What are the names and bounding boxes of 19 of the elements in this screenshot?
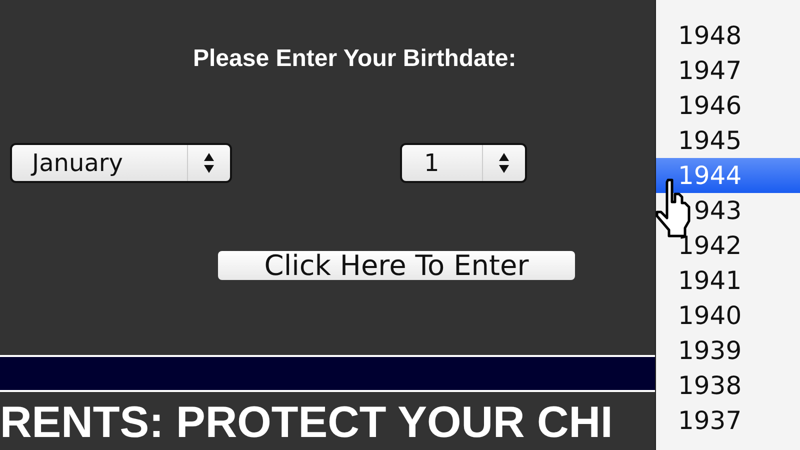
enter-button[interactable]: Click Here To Enter xyxy=(218,251,575,280)
year-option[interactable]: 1939 xyxy=(656,333,800,368)
year-option[interactable]: 943 xyxy=(656,193,800,228)
day-select[interactable]: 1 xyxy=(400,143,527,183)
updown-arrows-icon xyxy=(203,152,215,174)
year-option[interactable]: 1946 xyxy=(656,88,800,123)
year-option[interactable]: 1945 xyxy=(656,123,800,158)
year-option[interactable]: 1948 xyxy=(656,18,800,53)
banner-text: RENTS: PROTECT YOUR CHI xyxy=(0,398,613,448)
year-option[interactable]: 1937 xyxy=(656,403,800,438)
year-option[interactable]: 1938 xyxy=(656,368,800,403)
updown-arrows-icon xyxy=(498,152,510,174)
year-option[interactable]: 1947 xyxy=(656,53,800,88)
form-heading: Please Enter Your Birthdate: xyxy=(193,45,516,73)
year-option[interactable]: 1940 xyxy=(656,298,800,333)
year-option[interactable]: 1944 xyxy=(656,158,800,193)
year-option[interactable]: 1941 xyxy=(656,263,800,298)
month-select[interactable]: January xyxy=(10,143,232,183)
year-option[interactable]: 1942 xyxy=(656,228,800,263)
